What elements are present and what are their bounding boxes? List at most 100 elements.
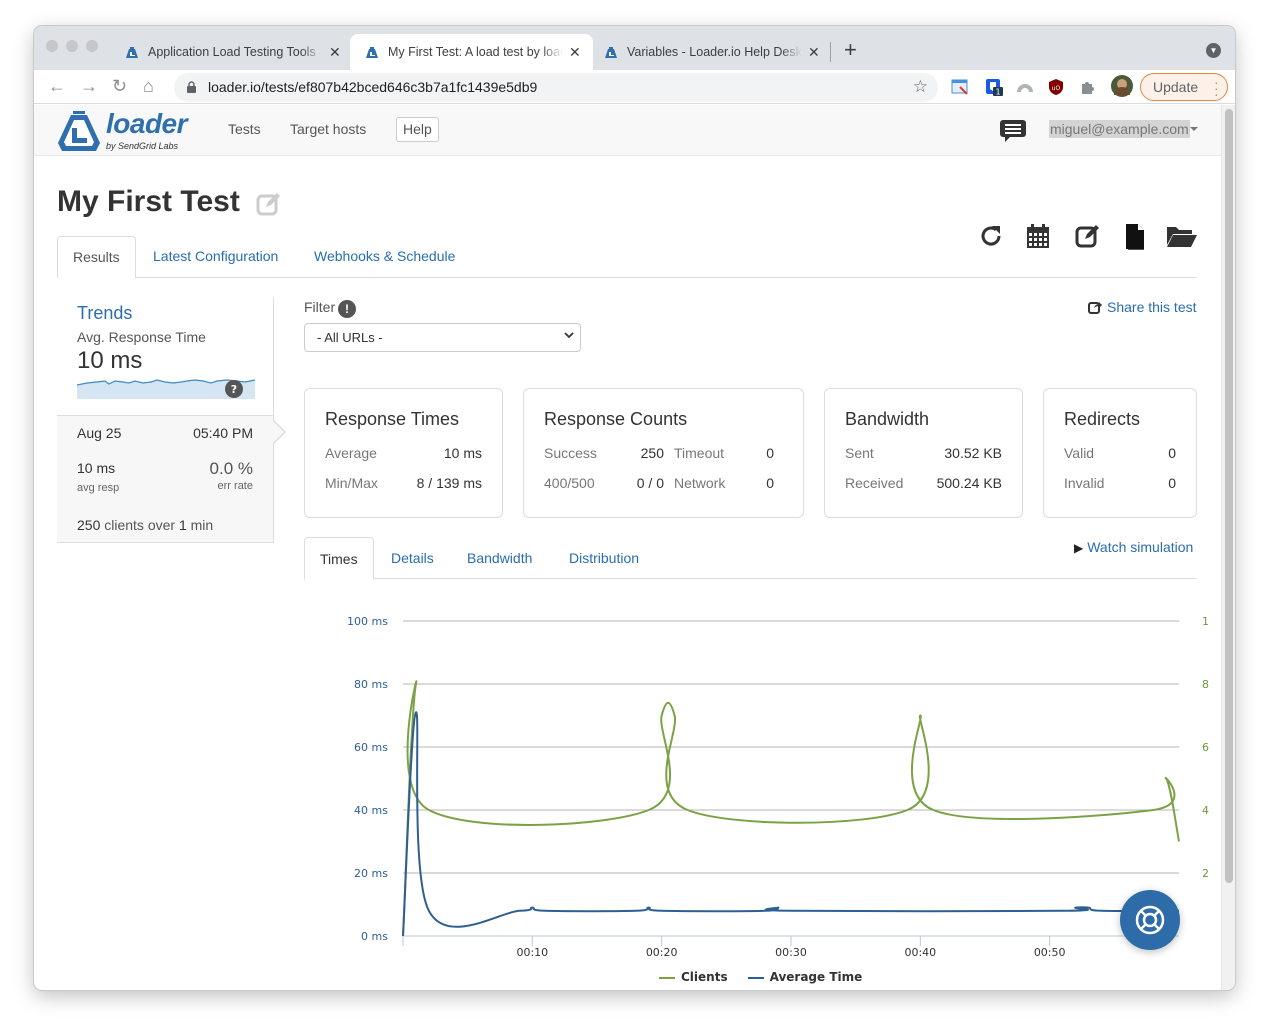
- close-window-button[interactable]: [46, 40, 58, 52]
- zoom-window-button[interactable]: [86, 40, 98, 52]
- nav-tests[interactable]: Tests: [228, 121, 261, 137]
- nav-target-hosts[interactable]: Target hosts: [290, 121, 366, 137]
- x-tick-label: 00:10: [516, 946, 548, 959]
- tab-title: Variables - Loader.io Help Desk: [627, 45, 802, 59]
- edit-title-icon[interactable]: [256, 191, 282, 217]
- tab-distribution[interactable]: Distribution: [554, 537, 654, 579]
- page-scrollbar[interactable]: [1221, 105, 1235, 990]
- extensions-puzzle-icon[interactable]: [1079, 78, 1097, 96]
- test-run-card[interactable]: Aug 25 05:40 PM 10 ms avg resp 0.0 % err…: [57, 415, 286, 543]
- chart-tabs: Times Details Bandwidth Distribution: [304, 537, 1197, 580]
- profile-avatar[interactable]: [1111, 75, 1133, 97]
- run-clients-text: clients over: [104, 517, 176, 533]
- forward-icon[interactable]: →: [80, 76, 98, 97]
- user-menu[interactable]: miguel@example.com: [1049, 120, 1190, 138]
- minmax-value: 8 / 139 ms: [416, 475, 482, 491]
- help-lifebuoy-button[interactable]: [1120, 890, 1180, 950]
- tab-details[interactable]: Details: [376, 537, 449, 579]
- lock-icon: [187, 81, 196, 93]
- response-times-title: Response Times: [325, 409, 460, 429]
- back-icon[interactable]: ←: [48, 76, 66, 97]
- tab-strip: Application Load Testing Tools ✕ My Firs…: [34, 26, 1235, 70]
- loader-logo[interactable]: loader by SendGrid Labs: [56, 108, 196, 153]
- home-icon[interactable]: ⌂: [143, 76, 154, 97]
- sent-label: Sent: [845, 445, 874, 461]
- trends-sparkline[interactable]: ?: [77, 377, 255, 399]
- invalid-value: 0: [1168, 475, 1176, 491]
- minmax-label: Min/Max: [325, 475, 378, 491]
- run-duration: 1: [178, 517, 187, 533]
- share-test-link[interactable]: Share this test: [1088, 299, 1197, 315]
- url-text[interactable]: loader.io/tests/ef807b42bced646c3b7a1fc1…: [208, 79, 537, 95]
- minimize-window-button[interactable]: [66, 40, 78, 52]
- play-icon: ▶: [1074, 541, 1084, 555]
- legend-item-average-time[interactable]: Average Time: [747, 970, 862, 984]
- update-button[interactable]: Update · · ·: [1140, 73, 1228, 101]
- timeout-label: Timeout: [674, 445, 725, 461]
- y-left-tick-label: 40 ms: [354, 804, 388, 817]
- window-controls: [46, 40, 98, 52]
- ublock-extension-icon[interactable]: uO: [1047, 78, 1065, 96]
- times-chart-svg: 0 ms 20 ms 40 ms 60 ms 80 ms 100 ms 2 4 6 8 10 00:1…: [347, 615, 1209, 959]
- legend-item-clients[interactable]: Clients: [659, 970, 728, 984]
- reload-icon[interactable]: ↻: [112, 76, 127, 97]
- chat-icon[interactable]: [999, 119, 1027, 143]
- tab-latest-configuration[interactable]: Latest Configuration: [138, 236, 293, 278]
- tab-search-icon[interactable]: ▼: [1206, 43, 1221, 58]
- errors-label: 400/500: [544, 475, 595, 491]
- sent-value: 30.52 KB: [944, 445, 1002, 461]
- tab-times[interactable]: Times: [304, 537, 374, 580]
- trends-title[interactable]: Trends: [77, 303, 132, 324]
- run-date: Aug 25: [77, 425, 122, 441]
- more-menu-icon[interactable]: · · ·: [1214, 75, 1219, 101]
- page-title: My First Test: [57, 185, 240, 218]
- filter-label: Filter: [304, 299, 336, 315]
- share-label: Share this test: [1107, 299, 1197, 315]
- close-tab-icon[interactable]: ✕: [329, 44, 341, 61]
- legend-label: Clients: [681, 970, 728, 984]
- arc-extension-icon[interactable]: [1016, 78, 1034, 96]
- tab-bandwidth[interactable]: Bandwidth: [452, 537, 547, 579]
- new-tab-button[interactable]: +: [844, 37, 857, 63]
- tab-webhooks-schedule[interactable]: Webhooks & Schedule: [299, 236, 470, 278]
- svg-text:?: ?: [231, 383, 237, 396]
- selected-run-arrow: [273, 420, 286, 444]
- nav-help-button[interactable]: Help: [396, 117, 439, 142]
- browser-toolbar: ← → ↻ ⌂ loader.io/tests/ef807b42bced646c…: [34, 70, 1235, 104]
- x-tick-label: 00:40: [904, 946, 936, 959]
- browser-tab-active[interactable]: My First Test: A load test by loader.io …: [350, 34, 593, 70]
- address-bar[interactable]: loader.io/tests/ef807b42bced646c3b7a1fc1…: [174, 73, 938, 102]
- series-line-clients: [402, 680, 1180, 937]
- url-filter-select[interactable]: - All URLs -: [304, 323, 581, 352]
- logo-wordmark: loader: [106, 108, 188, 139]
- run-avg-resp-value: 10 ms: [77, 460, 116, 476]
- legend-swatch: [747, 976, 764, 979]
- user-menu-caret-icon[interactable]: [1190, 127, 1198, 131]
- watch-simulation-link[interactable]: ▶ Watch simulation: [1074, 539, 1193, 555]
- update-label: Update: [1153, 79, 1199, 95]
- bookmark-star-icon[interactable]: ☆: [913, 77, 928, 97]
- bitwarden-extension-icon[interactable]: 1: [985, 78, 1003, 96]
- tab-title: My First Test: A load test by loader.io: [388, 45, 563, 59]
- filter-info-icon[interactable]: !: [338, 300, 356, 318]
- browser-tab[interactable]: Variables - Loader.io Help Desk ✕: [589, 34, 832, 70]
- loader-favicon-icon: [126, 47, 138, 58]
- chevron-down-icon: [564, 332, 574, 339]
- valid-label: Valid: [1064, 445, 1095, 461]
- y-left-tick-label: 20 ms: [354, 867, 388, 880]
- received-value: 500.24 KB: [936, 475, 1002, 491]
- browser-tab[interactable]: Application Load Testing Tools ✕: [110, 34, 353, 70]
- y-right-tick-label: 10: [1202, 615, 1209, 628]
- trends-value: 10 ms: [77, 347, 143, 374]
- close-tab-icon[interactable]: ✕: [569, 44, 581, 61]
- scrollbar-thumb[interactable]: [1225, 109, 1233, 883]
- tab-results[interactable]: Results: [57, 236, 136, 279]
- loader-favicon-icon: [605, 47, 617, 58]
- success-label: Success: [544, 445, 597, 461]
- screenshot-extension-icon[interactable]: [951, 78, 969, 96]
- logo-subtitle: by SendGrid Labs: [106, 141, 179, 151]
- close-tab-icon[interactable]: ✕: [808, 44, 820, 61]
- trends-panel: Trends Avg. Response Time 10 ms ? Aug 25…: [57, 297, 286, 543]
- loader-logo-icon: [58, 111, 100, 151]
- x-tick-label: 00:50: [1034, 946, 1066, 959]
